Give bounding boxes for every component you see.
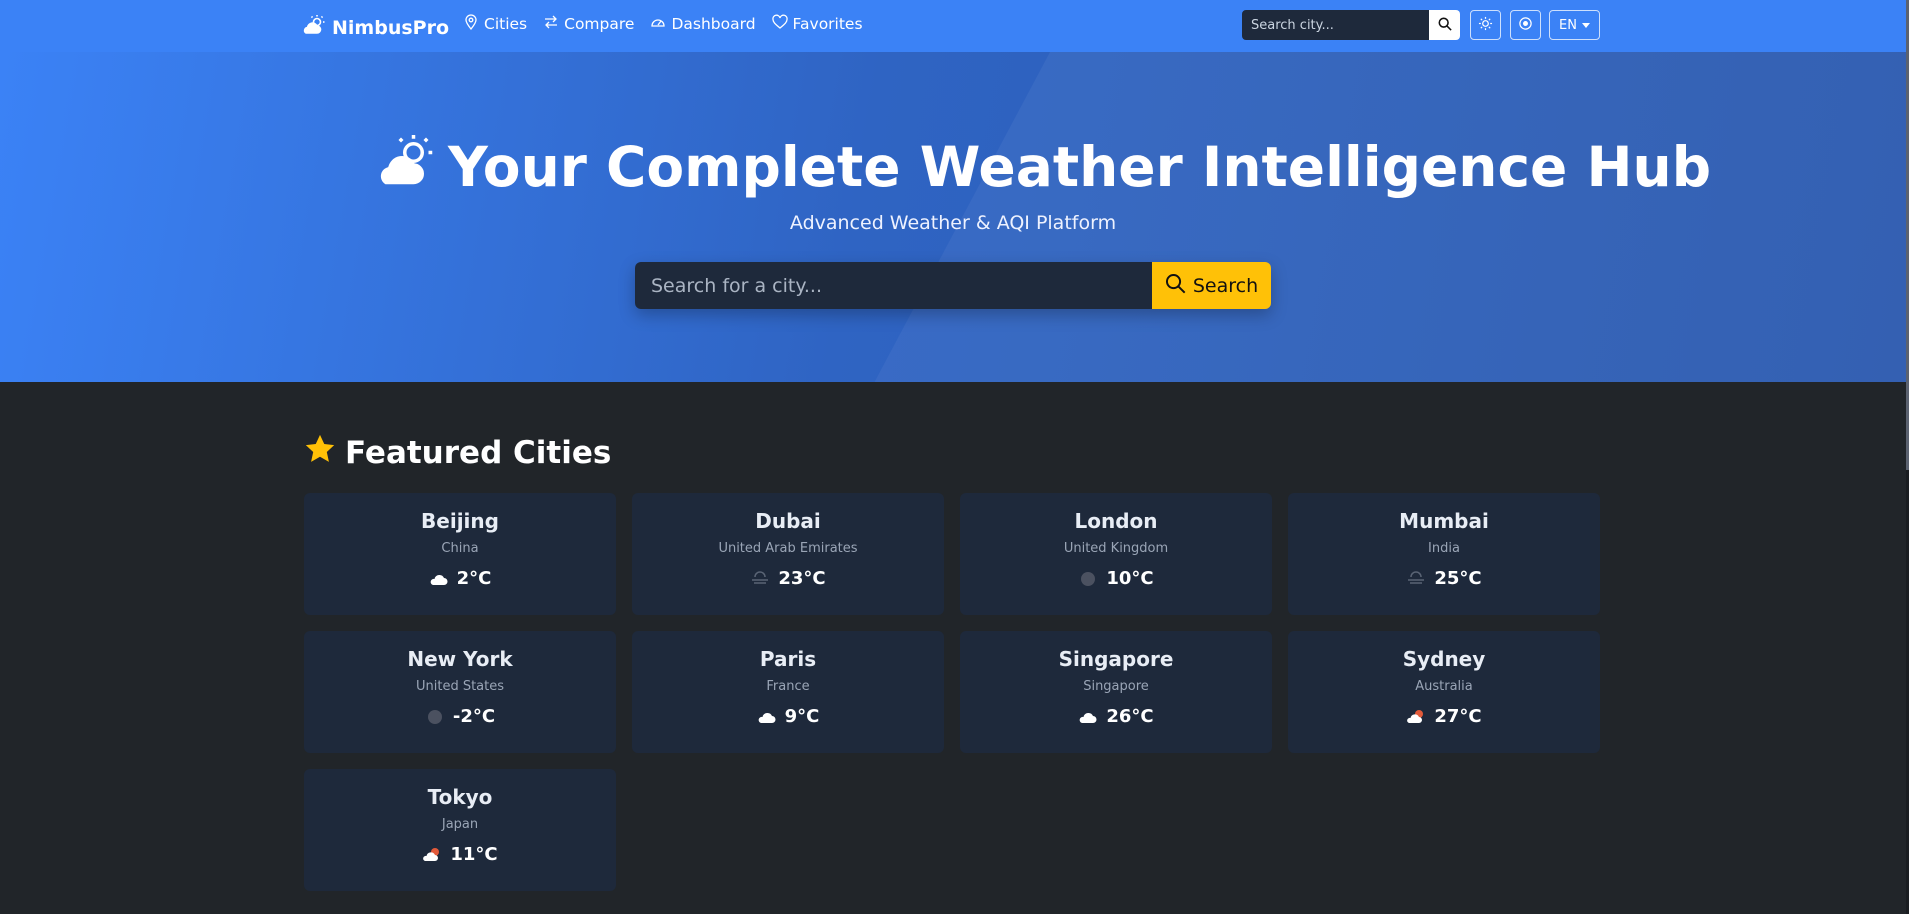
- cloud-sun-icon: [302, 13, 326, 42]
- cloud-icon: [429, 570, 449, 588]
- featured-title-text: Featured Cities: [345, 435, 612, 471]
- sun-icon: [1478, 16, 1493, 35]
- city-temp-row: 27°C: [1406, 706, 1482, 727]
- hero-search-label: Search: [1192, 274, 1259, 297]
- city-country: United Arab Emirates: [718, 541, 858, 556]
- city-temp: 25°C: [1434, 568, 1482, 589]
- locate-button[interactable]: [1510, 10, 1541, 40]
- nav-search-input[interactable]: [1242, 10, 1429, 40]
- city-temp-row: 11°C: [422, 844, 498, 865]
- city-card[interactable]: Paris France 9°C: [632, 631, 944, 753]
- brand-name: NimbusPro: [332, 16, 449, 39]
- haze-icon: [750, 570, 770, 588]
- city-name: London: [1074, 509, 1158, 533]
- city-temp-row: 23°C: [750, 568, 826, 589]
- city-name: Beijing: [421, 509, 499, 533]
- moon-circle-icon: [425, 708, 445, 726]
- brand[interactable]: NimbusPro: [302, 13, 449, 42]
- nav-search-button[interactable]: [1429, 10, 1460, 40]
- city-card[interactable]: Singapore Singapore 26°C: [960, 631, 1272, 753]
- navbar: NimbusPro Cities Compare Dashboard Favor…: [0, 0, 1906, 52]
- city-card[interactable]: Mumbai India 25°C: [1288, 493, 1600, 615]
- city-temp: 2°C: [456, 568, 492, 589]
- city-country: Japan: [441, 817, 479, 832]
- city-card[interactable]: Dubai United Arab Emirates 23°C: [632, 493, 944, 615]
- nav-link-label: Compare: [564, 15, 635, 33]
- city-temp: 10°C: [1106, 568, 1154, 589]
- city-card[interactable]: Beijing China 2°C: [304, 493, 616, 615]
- cloud-icon: [757, 708, 777, 726]
- language-dropdown[interactable]: EN: [1549, 10, 1600, 40]
- city-name: Singapore: [1058, 647, 1174, 671]
- city-name: Paris: [759, 647, 817, 671]
- nav-link-label: Dashboard: [671, 15, 756, 33]
- city-temp-row: 10°C: [1078, 568, 1154, 589]
- city-card[interactable]: London United Kingdom 10°C: [960, 493, 1272, 615]
- nav-link-dashboard[interactable]: Dashboard: [650, 14, 756, 34]
- theme-toggle-button[interactable]: [1470, 10, 1501, 40]
- city-temp: 23°C: [778, 568, 826, 589]
- map-pin-icon: [463, 14, 479, 34]
- cloud-sun-icon: [422, 846, 442, 864]
- city-temp-row: 9°C: [757, 706, 820, 727]
- hero-title: Your Complete Weather Intelligence Hub: [376, 130, 1711, 203]
- city-country: United Kingdom: [1063, 541, 1169, 556]
- nav-link-cities[interactable]: Cities: [463, 14, 527, 34]
- hero-search-button[interactable]: Search: [1152, 262, 1271, 309]
- nav-link-label: Favorites: [792, 15, 863, 33]
- hero-search-input[interactable]: [635, 262, 1152, 309]
- chevron-down-icon: [1581, 22, 1590, 28]
- cloud-sun-icon: [376, 130, 436, 203]
- city-card[interactable]: New York United States -2°C: [304, 631, 616, 753]
- city-country: Singapore: [1083, 679, 1149, 694]
- city-temp: 26°C: [1106, 706, 1154, 727]
- city-name: Mumbai: [1399, 509, 1489, 533]
- speedometer-icon: [650, 14, 666, 34]
- cloud-icon: [1078, 708, 1098, 726]
- city-temp: 27°C: [1434, 706, 1482, 727]
- crosshair-icon: [1518, 16, 1533, 35]
- city-country: France: [766, 679, 810, 694]
- nav-link-compare[interactable]: Compare: [543, 14, 634, 34]
- featured-cities-grid: Beijing China 2°C Dubai United Arab Emir…: [304, 493, 1601, 891]
- cloud-sun-icon: [1406, 708, 1426, 726]
- city-country: United States: [415, 679, 505, 694]
- city-name: New York: [407, 647, 513, 671]
- city-card[interactable]: Tokyo Japan 11°C: [304, 769, 616, 891]
- hero-subtitle: Advanced Weather & AQI Platform: [789, 212, 1117, 234]
- city-card[interactable]: Sydney Australia 27°C: [1288, 631, 1600, 753]
- city-country: China: [441, 541, 479, 556]
- arrows-left-right-icon: [543, 14, 559, 34]
- city-temp: 11°C: [450, 844, 498, 865]
- nav-link-label: Cities: [484, 15, 528, 33]
- moon-circle-icon: [1078, 570, 1098, 588]
- nav-link-favorites[interactable]: Favorites: [771, 14, 863, 34]
- city-temp-row: 25°C: [1406, 568, 1482, 589]
- city-temp: 9°C: [784, 706, 820, 727]
- city-name: Sydney: [1402, 647, 1486, 671]
- city-name: Dubai: [755, 509, 821, 533]
- nav-links: Cities Compare Dashboard Favorites: [463, 14, 863, 34]
- haze-icon: [1406, 570, 1426, 588]
- language-label: EN: [1559, 17, 1577, 33]
- hero-search: Search: [635, 262, 1271, 309]
- featured-title: Featured Cities: [303, 432, 611, 474]
- city-temp-row: 2°C: [429, 568, 492, 589]
- city-name: Tokyo: [427, 785, 493, 809]
- search-icon: [1165, 273, 1186, 299]
- city-country: Australia: [1415, 679, 1473, 694]
- hero-title-text: Your Complete Weather Intelligence Hub: [448, 134, 1712, 199]
- heart-icon: [771, 14, 788, 34]
- city-temp-row: 26°C: [1078, 706, 1154, 727]
- city-temp-row: -2°C: [425, 706, 495, 727]
- nav-search: [1242, 10, 1429, 40]
- star-icon: [303, 432, 337, 474]
- hero-section: Your Complete Weather Intelligence Hub A…: [0, 52, 1906, 382]
- city-country: India: [1428, 541, 1460, 556]
- search-icon: [1438, 16, 1452, 35]
- city-temp: -2°C: [452, 706, 496, 727]
